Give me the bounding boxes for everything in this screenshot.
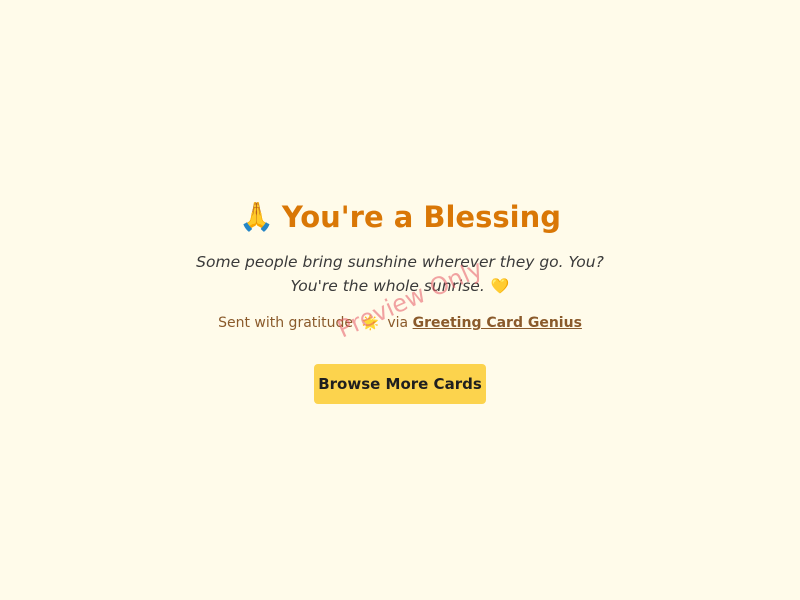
greeting-card-page: 🙏 You're a Blessing Some people bring sun… xyxy=(0,0,800,600)
browse-more-cards-button[interactable]: Browse More Cards xyxy=(314,364,486,404)
greeting-card-genius-link[interactable]: Greeting Card Genius xyxy=(413,315,582,331)
yellow-heart-icon: 💛 xyxy=(490,277,510,295)
card-title: You're a Blessing xyxy=(281,200,561,234)
card-message-text: Some people bring sunshine wherever they… xyxy=(196,253,604,295)
card-title-row: 🙏 You're a Blessing xyxy=(0,197,800,237)
card-footer: Sent with gratitude 🌟 via Greeting Card … xyxy=(0,313,800,333)
footer-via: via xyxy=(387,315,409,331)
card-message: Some people bring sunshine wherever they… xyxy=(180,250,620,298)
footer-prefix: Sent with gratitude xyxy=(218,315,354,331)
sparkle-star-icon: 🌟 xyxy=(361,315,379,331)
praying-hands-icon: 🙏 xyxy=(239,200,274,233)
